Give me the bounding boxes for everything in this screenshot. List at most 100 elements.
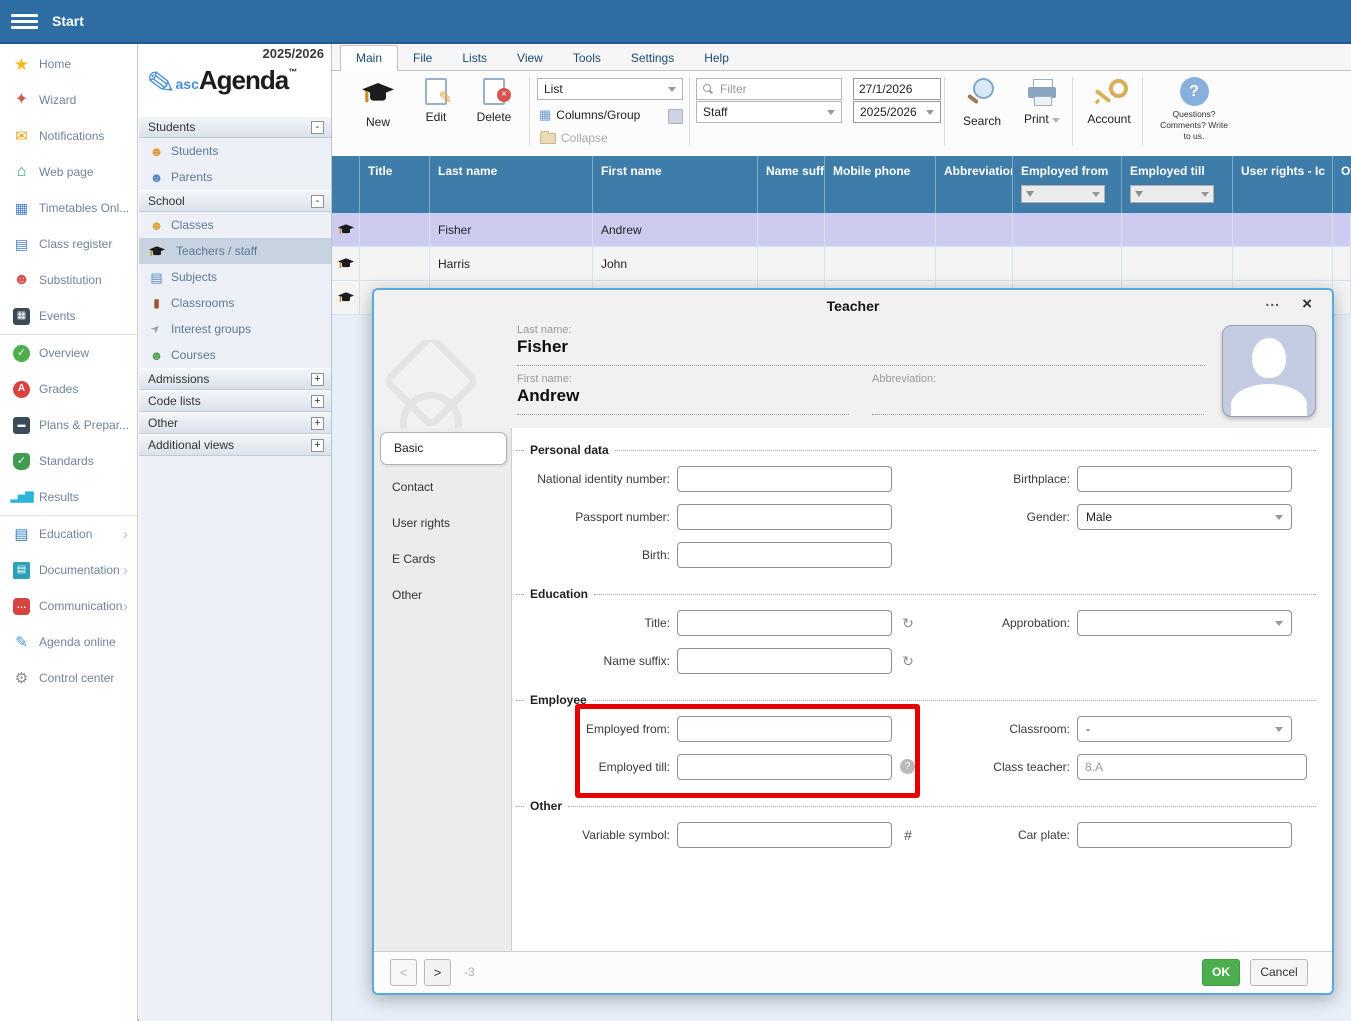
name-suffix-input[interactable] — [677, 648, 892, 674]
tree-section-students[interactable]: Students- — [139, 116, 331, 138]
column-header-abbreviation[interactable]: Abbreviatior — [936, 156, 1013, 213]
sidebar-item-wizard[interactable]: ✦Wizard — [0, 82, 137, 118]
sidebar-item-education[interactable]: ▤Education› — [0, 516, 137, 552]
tree-item-teachers-staff[interactable]: Teachers / staff — [139, 238, 331, 264]
save-layout-icon[interactable] — [668, 109, 683, 124]
sidebar-item-communication[interactable]: …Communication› — [0, 588, 137, 624]
sidebar-item-plans[interactable]: ▬Plans & Prepar... — [0, 407, 137, 443]
sidebar-item-standards[interactable]: ✓Standards — [0, 443, 137, 479]
expand-toggle-icon[interactable]: + — [311, 395, 324, 408]
column-header-employed-till[interactable]: Employed till — [1122, 156, 1233, 213]
first-name-value[interactable]: Andrew — [517, 386, 579, 406]
edit-button[interactable]: ✎ Edit — [412, 76, 460, 124]
column-header-last-name[interactable]: Last name — [430, 156, 593, 213]
class-teacher-input[interactable] — [1077, 754, 1307, 780]
school-year-select[interactable]: 2025/2026 — [853, 101, 941, 123]
employed-till-input[interactable] — [677, 754, 892, 780]
tree-section-school[interactable]: School- — [139, 190, 331, 212]
sidebar-item-control-center[interactable]: ⚙Control center — [0, 660, 137, 696]
prev-record-button[interactable]: < — [390, 959, 417, 986]
sidebar-item-results[interactable]: ▂▅▇Results — [0, 479, 137, 515]
passport-number-input[interactable] — [677, 504, 892, 530]
staff-select[interactable]: Staff — [696, 101, 842, 123]
refresh-icon[interactable]: ↻ — [900, 648, 916, 674]
table-row[interactable]: Fisher Andrew — [332, 213, 1351, 247]
sidebar-item-overview[interactable]: ✓Overview — [0, 335, 137, 371]
car-plate-input[interactable] — [1077, 822, 1292, 848]
hamburger-menu-icon[interactable] — [11, 11, 38, 32]
tree-section-additional-views[interactable]: Additional views+ — [139, 434, 331, 456]
tree-item-classrooms[interactable]: ▮Classrooms — [139, 290, 331, 316]
employed-from-input[interactable] — [677, 716, 892, 742]
tab-basic[interactable]: Basic — [380, 432, 507, 465]
date-input[interactable] — [853, 78, 941, 100]
filter-input[interactable] — [718, 81, 836, 97]
sidebar-item-web-page[interactable]: ⌂Web page — [0, 154, 137, 190]
menu-tab-main[interactable]: Main — [340, 45, 398, 71]
filter-searchbox[interactable] — [696, 78, 842, 100]
cancel-button[interactable]: Cancel — [1250, 959, 1308, 986]
expand-toggle-icon[interactable]: + — [311, 417, 324, 430]
expand-toggle-icon[interactable]: + — [311, 439, 324, 452]
tab-contact[interactable]: Contact — [374, 472, 511, 502]
print-button[interactable]: Print — [1016, 77, 1068, 126]
column-header-first-name[interactable]: First name — [593, 156, 758, 213]
national-identity-number-input[interactable] — [677, 466, 892, 492]
ok-button[interactable]: OK — [1202, 959, 1240, 986]
tab-user-rights[interactable]: User rights — [374, 508, 511, 538]
search-button[interactable]: Search — [954, 77, 1010, 128]
menu-tab-file[interactable]: File — [398, 46, 447, 70]
collapse-toggle-icon[interactable]: - — [311, 121, 324, 134]
expand-toggle-icon[interactable]: + — [311, 373, 324, 386]
column-header-name-suffix[interactable]: Name suffi — [758, 156, 825, 213]
icon-column-header[interactable] — [332, 156, 360, 213]
approbation-select[interactable] — [1077, 610, 1292, 636]
gender-select[interactable]: Male — [1077, 504, 1292, 530]
last-name-value[interactable]: Fisher — [517, 337, 568, 357]
delete-button[interactable]: × Delete — [468, 76, 520, 124]
sidebar-item-documentation[interactable]: ▤Documentation› — [0, 552, 137, 588]
title-input[interactable] — [677, 610, 892, 636]
sidebar-item-notifications[interactable]: ✉Notifications — [0, 118, 137, 154]
field-underline[interactable] — [872, 413, 1204, 415]
tree-section-other[interactable]: Other+ — [139, 412, 331, 434]
sidebar-item-grades[interactable]: AGrades — [0, 371, 137, 407]
tab-e-cards[interactable]: E Cards — [374, 544, 511, 574]
account-button[interactable]: Account — [1080, 77, 1138, 126]
tree-item-students[interactable]: ☻Students — [139, 138, 331, 164]
tree-item-subjects[interactable]: ▤Subjects — [139, 264, 331, 290]
column-header-mobile-phone[interactable]: Mobile phone — [825, 156, 936, 213]
employed-from-filter[interactable] — [1021, 185, 1105, 203]
list-view-select[interactable]: List — [537, 78, 683, 100]
column-header-title[interactable]: Title — [360, 156, 430, 213]
next-record-button[interactable]: > — [424, 959, 451, 986]
tree-item-interest-groups[interactable]: ➤Interest groups — [139, 316, 331, 342]
tree-section-admissions[interactable]: Admissions+ — [139, 368, 331, 390]
close-icon[interactable]: × — [1302, 295, 1312, 312]
classroom-select[interactable]: - — [1077, 716, 1292, 742]
questions-button[interactable]: ? Questions? Comments? Write to us. — [1154, 77, 1234, 142]
menu-tab-view[interactable]: View — [502, 46, 558, 70]
sidebar-item-substitution[interactable]: ☻Substitution — [0, 262, 137, 298]
menu-tab-lists[interactable]: Lists — [447, 46, 502, 70]
tree-item-classes[interactable]: ☻Classes — [139, 212, 331, 238]
table-row[interactable]: Harris John — [332, 247, 1351, 281]
sidebar-item-timetables[interactable]: ▦Timetables Onl... — [0, 190, 137, 226]
menu-tab-tools[interactable]: Tools — [558, 46, 616, 70]
collapse-toggle-icon[interactable]: - — [311, 195, 324, 208]
tree-item-courses[interactable]: ☻Courses — [139, 342, 331, 368]
variable-symbol-input[interactable] — [677, 822, 892, 848]
print-dropdown-arrow-icon[interactable] — [1052, 118, 1060, 123]
column-header-employed-from[interactable]: Employed from — [1013, 156, 1122, 213]
sidebar-item-events[interactable]: ▦Events — [0, 298, 137, 334]
columns-group-button[interactable]: ▦ Columns/Group — [539, 107, 640, 123]
tab-other[interactable]: Other — [374, 580, 511, 610]
sidebar-item-home[interactable]: ★Home — [0, 46, 137, 82]
sidebar-item-agenda-online[interactable]: ✎Agenda online — [0, 624, 137, 660]
column-header-other[interactable]: Ot — [1333, 156, 1351, 213]
avatar[interactable] — [1222, 325, 1316, 417]
dialog-menu-button[interactable]: ... — [1265, 293, 1280, 309]
tree-section-code-lists[interactable]: Code lists+ — [139, 390, 331, 412]
birth-input[interactable] — [677, 542, 892, 568]
menu-tab-settings[interactable]: Settings — [616, 46, 689, 70]
